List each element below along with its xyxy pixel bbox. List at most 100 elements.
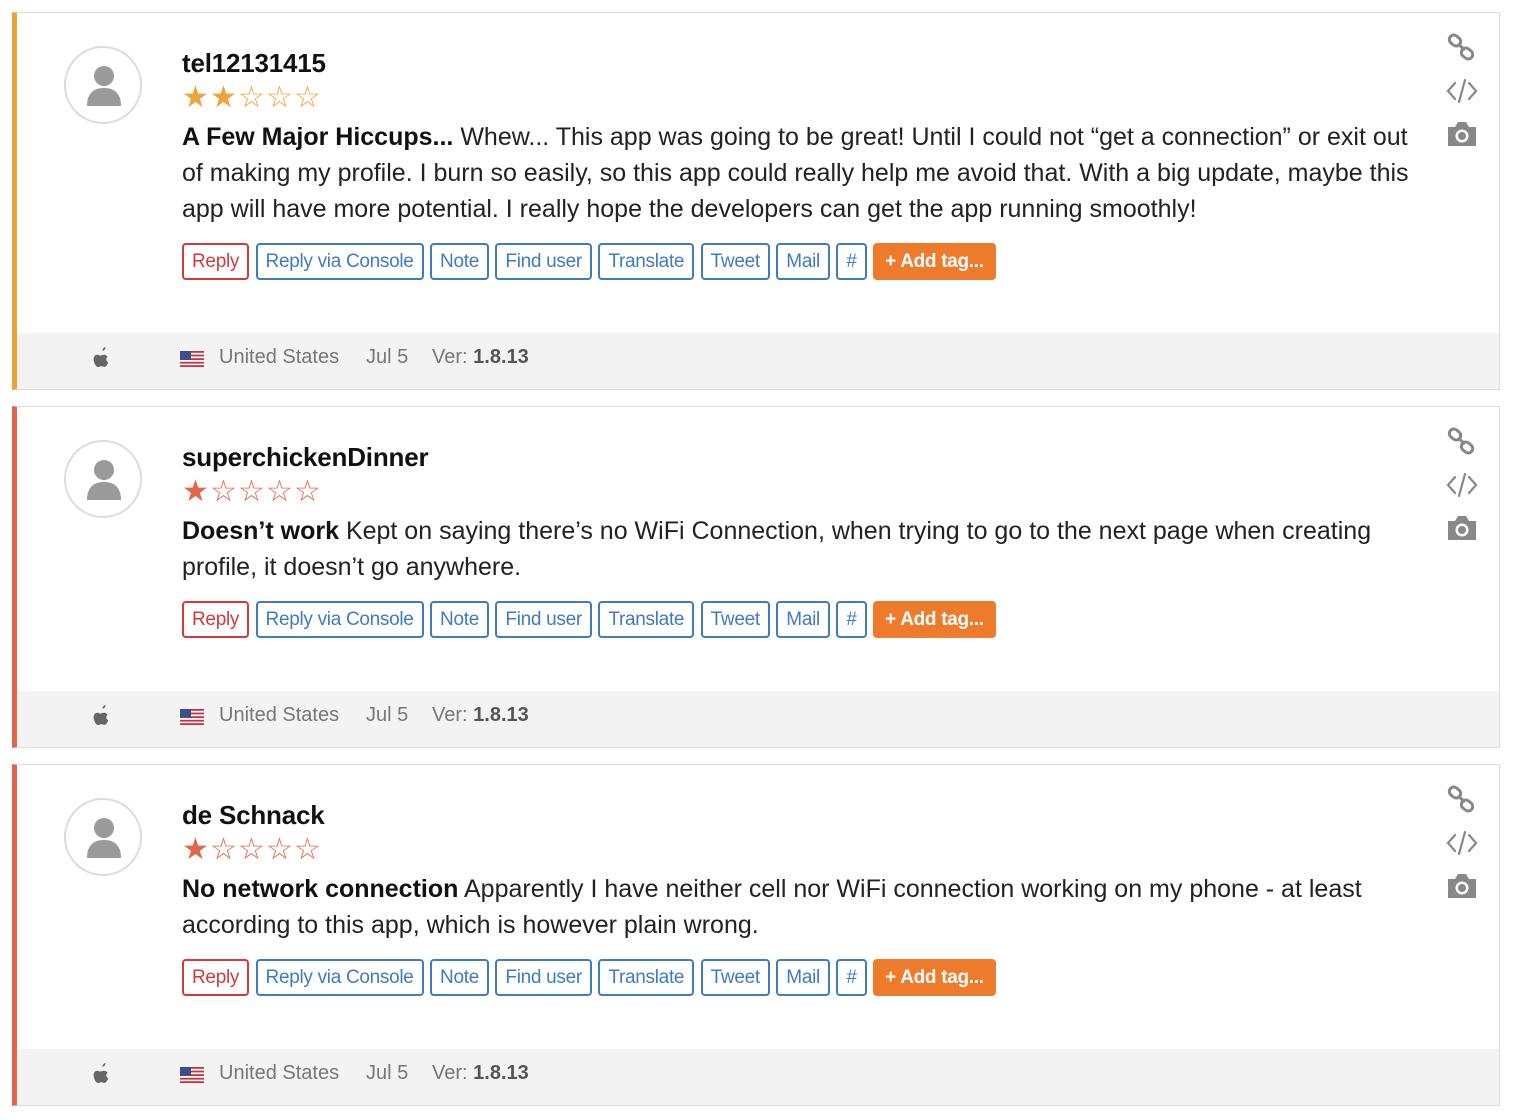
avatar[interactable] [64,798,142,876]
version-number: 1.8.13 [473,1062,529,1084]
reply-via-console-button[interactable]: Reply via Console [255,243,424,280]
review-title: Doesn’t work [182,517,339,545]
add-tag-button[interactable]: + Add tag... [873,959,996,996]
add-tag-button[interactable]: + Add tag... [873,243,996,280]
translate-button[interactable]: Translate [598,601,695,638]
find-user-button[interactable]: Find user [495,243,592,280]
tweet-button[interactable]: Tweet [700,601,770,638]
avatar[interactable] [64,440,142,518]
mail-button[interactable]: Mail [776,959,830,996]
review-content: de Schnack ★ ☆ ☆ ☆ ☆ No network connection A… [182,799,1421,997]
user-icon [87,818,121,858]
star-rating: ★ ☆ ☆ ☆ ☆ [182,477,1421,507]
reply-button[interactable]: Reply [182,601,250,638]
star-icon: ☆ [294,81,321,114]
action-bar: Reply Reply via Console Note Find user T… [182,959,1421,997]
review-card: superchickenDinner ★ ☆ ☆ ☆ ☆ Doesn’t work Ke… [12,406,1500,748]
country: United States [219,346,340,368]
star-icon: ☆ [210,833,237,866]
reply-button[interactable]: Reply [182,959,250,996]
review-date: Jul 5 [366,1062,409,1084]
star-rating: ★ ☆ ☆ ☆ ☆ [182,835,1421,865]
side-icons [1445,31,1483,160]
reply-via-console-button[interactable]: Reply via Console [255,601,424,638]
mail-button[interactable]: Mail [776,601,830,638]
review-content: tel12131415 ★ ★ ☆ ☆ ☆ A Few Major Hiccups...… [182,47,1421,281]
star-icon: ☆ [210,475,237,508]
review-body: Kept on saying there’s no WiFi Connectio… [182,517,1372,581]
translate-button[interactable]: Translate [598,959,695,996]
version-number: 1.8.13 [473,704,529,726]
version: Ver: 1.8.13 [432,346,529,369]
star-icon: ☆ [238,833,265,866]
review-card: de Schnack ★ ☆ ☆ ☆ ☆ No network connection A… [12,764,1500,1106]
find-user-button[interactable]: Find user [495,959,592,996]
star-icon: ★ [210,81,237,114]
review-card: tel12131415 ★ ★ ☆ ☆ ☆ A Few Major Hiccups...… [12,12,1500,390]
code-icon[interactable] [1445,468,1479,502]
user-icon [87,66,121,106]
version-label: Ver: [432,1062,468,1084]
tweet-button[interactable]: Tweet [700,243,770,280]
action-bar: Reply Reply via Console Note Find user T… [182,243,1421,281]
user-icon [87,460,121,500]
us-flag-icon [180,351,204,367]
hash-button[interactable]: # [836,601,867,638]
link-icon[interactable] [1445,31,1479,65]
camera-icon[interactable] [1445,511,1479,545]
review-text: Doesn’t work Kept on saying there’s no W… [182,513,1422,585]
username[interactable]: superchickenDinner [182,441,1421,473]
link-icon[interactable] [1445,425,1479,459]
tweet-button[interactable]: Tweet [700,959,770,996]
reply-button[interactable]: Reply [182,243,250,280]
star-icon: ☆ [266,833,293,866]
camera-icon[interactable] [1445,869,1479,903]
find-user-button[interactable]: Find user [495,601,592,638]
version-number: 1.8.13 [473,346,529,368]
note-button[interactable]: Note [430,959,489,996]
action-bar: Reply Reply via Console Note Find user T… [182,601,1421,639]
star-rating: ★ ★ ☆ ☆ ☆ [182,83,1421,113]
add-tag-button[interactable]: + Add tag... [873,601,996,638]
mail-button[interactable]: Mail [776,243,830,280]
username[interactable]: de Schnack [182,799,1421,831]
review-content: superchickenDinner ★ ☆ ☆ ☆ ☆ Doesn’t work Ke… [182,441,1421,639]
side-icons [1445,783,1483,912]
code-icon[interactable] [1445,74,1479,108]
apple-icon [93,705,109,725]
apple-icon [93,347,109,367]
avatar[interactable] [64,46,142,124]
username[interactable]: tel12131415 [182,47,1421,79]
review-title: A Few Major Hiccups... [182,123,454,151]
review-list: tel12131415 ★ ★ ☆ ☆ ☆ A Few Major Hiccups...… [0,0,1534,1120]
link-icon[interactable] [1445,783,1479,817]
star-icon: ☆ [238,81,265,114]
star-icon: ☆ [266,475,293,508]
country: United States [219,1062,340,1084]
star-icon: ☆ [266,81,293,114]
review-text: A Few Major Hiccups... Whew... This app … [182,119,1422,227]
reply-via-console-button[interactable]: Reply via Console [255,959,424,996]
star-icon: ★ [182,833,209,866]
hash-button[interactable]: # [836,243,867,280]
star-icon: ☆ [294,833,321,866]
note-button[interactable]: Note [430,243,489,280]
version: Ver: 1.8.13 [432,1062,529,1085]
version-label: Ver: [432,346,468,368]
star-icon: ☆ [238,475,265,508]
translate-button[interactable]: Translate [598,243,695,280]
us-flag-icon [180,709,204,725]
camera-icon[interactable] [1445,117,1479,151]
review-footer: United States Jul 5 Ver: 1.8.13 [17,1049,1499,1105]
code-icon[interactable] [1445,826,1479,860]
star-icon: ☆ [294,475,321,508]
version-label: Ver: [432,704,468,726]
note-button[interactable]: Note [430,601,489,638]
star-icon: ★ [182,81,209,114]
review-footer: United States Jul 5 Ver: 1.8.13 [17,333,1499,389]
review-date: Jul 5 [366,704,409,726]
version: Ver: 1.8.13 [432,704,529,727]
hash-button[interactable]: # [836,959,867,996]
us-flag-icon [180,1067,204,1083]
country: United States [219,704,340,726]
